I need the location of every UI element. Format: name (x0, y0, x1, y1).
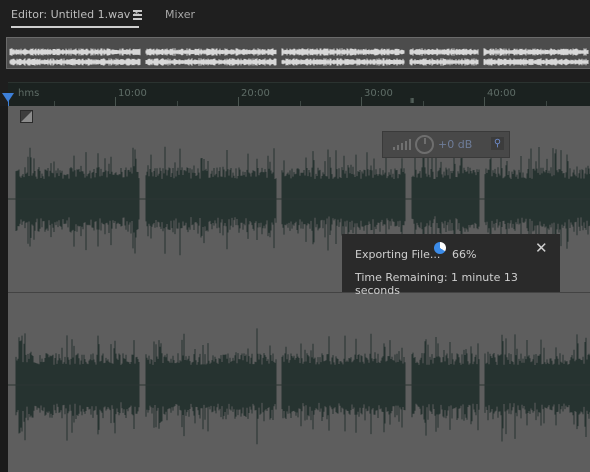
corner-toggle-button[interactable] (20, 110, 33, 123)
time-remaining-label: Time Remaining: (355, 271, 448, 284)
waveform-channel (15, 328, 590, 445)
active-tab-underline (11, 26, 140, 28)
ruler-label-10: 10:00 (118, 88, 147, 99)
tab-editor-label: Editor: Untitled 1.wav * (11, 8, 140, 21)
volume-db-value: +0 dB (438, 138, 473, 151)
volume-knob[interactable] (415, 135, 434, 154)
tab-mixer[interactable]: Mixer (165, 8, 195, 22)
level-meter-icon[interactable] (393, 138, 411, 150)
export-progress-popup: Exporting File... 66% ✕ Time Remaining: … (342, 234, 560, 297)
ruler-label-30: 30:00 (364, 88, 393, 99)
panel-menu-icon[interactable] (133, 10, 142, 20)
progress-pie-icon (434, 242, 446, 254)
overview-channel (9, 48, 589, 56)
overview-channel (9, 58, 589, 66)
ruler-tick (484, 97, 485, 106)
ruler-label-20: 20:00 (241, 88, 270, 99)
panel-tab-bar: Editor: Untitled 1.wav * Mixer (0, 0, 590, 30)
overview-waveform (9, 48, 589, 66)
export-title: Exporting File... (355, 248, 441, 261)
time-ruler[interactable]: hms 10:00 20:00 30:00 40:00 (8, 82, 590, 107)
time-remaining: Time Remaining: 1 minute 13 seconds (355, 271, 560, 297)
ruler-tick (238, 97, 239, 106)
volume-hud: +0 dB ⚲ (382, 131, 510, 158)
ruler-label-40: 40:00 (487, 88, 516, 99)
pin-icon[interactable]: ⚲ (491, 137, 504, 150)
waveform-overview[interactable] (0, 30, 590, 82)
ruler-label-hms: hms (18, 88, 40, 99)
ruler-tick (361, 97, 362, 106)
close-icon[interactable]: ✕ (535, 240, 548, 256)
ruler-tick (115, 97, 116, 106)
left-gutter (0, 106, 8, 472)
tab-editor[interactable]: Editor: Untitled 1.wav * (11, 8, 140, 28)
export-percent: 66% (452, 248, 477, 261)
loop-marker[interactable]: III (410, 97, 414, 105)
